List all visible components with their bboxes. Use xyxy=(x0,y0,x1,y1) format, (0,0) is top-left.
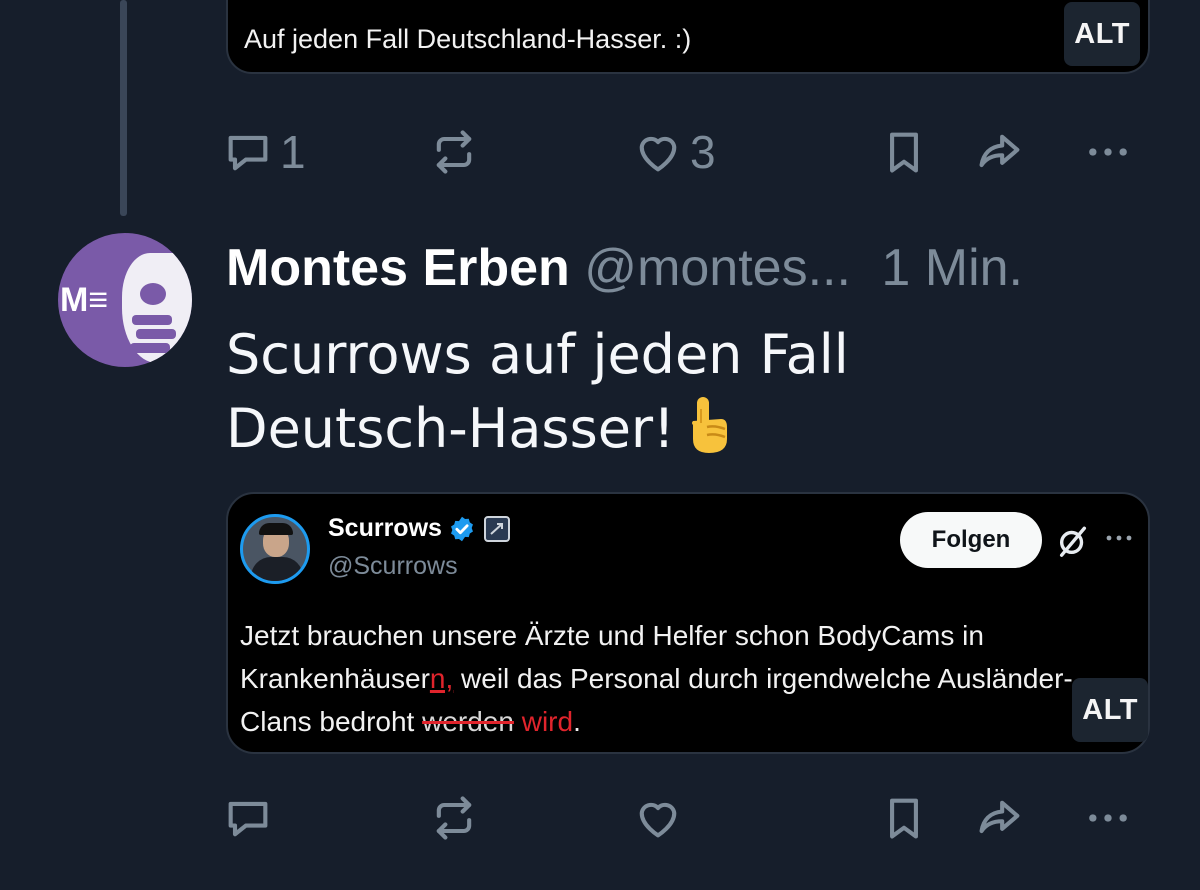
bookmark-button[interactable] xyxy=(878,122,930,182)
avatar-logo: M≡ xyxy=(60,281,109,319)
thread-line xyxy=(120,0,127,216)
share-button[interactable] xyxy=(974,788,1026,848)
embed-author-row: Scurrows xyxy=(328,514,510,543)
like-button[interactable]: 3 xyxy=(632,122,716,182)
reply-icon xyxy=(228,801,268,837)
repost-icon xyxy=(436,130,472,174)
post-text-line1: Scurrows auf jeden Fall xyxy=(226,323,849,386)
share-button[interactable] xyxy=(974,122,1026,182)
embed-text-correction: wird xyxy=(513,706,574,737)
post-header: Montes Erben @montes... 1 Min. xyxy=(226,236,1023,300)
like-button[interactable] xyxy=(632,788,684,848)
more-icon xyxy=(1089,148,1127,156)
bookmark-icon xyxy=(890,798,918,839)
embed-author-name[interactable]: Scurrows xyxy=(328,514,442,543)
heart-icon xyxy=(639,802,677,838)
share-icon xyxy=(979,800,1020,834)
action-bar xyxy=(222,788,1142,848)
reply-button[interactable] xyxy=(222,788,274,848)
more-button[interactable] xyxy=(1082,122,1134,182)
embedded-tweet-card[interactable]: Scurrows @Scurrows Folgen Jetzt brauchen… xyxy=(226,492,1150,754)
media-caption: Auf jeden Fall Deutschland-Hasser. :) xyxy=(244,24,692,54)
embed-text-struck: werden xyxy=(422,706,514,737)
share-icon xyxy=(979,134,1020,168)
reply-icon xyxy=(228,135,268,171)
more-icon xyxy=(1089,814,1127,822)
post-text: Scurrows auf jeden Fall Deutsch-Hasser! xyxy=(226,318,1126,474)
media-card[interactable]: Auf jeden Fall Deutschland-Hasser. :) AL… xyxy=(226,0,1150,74)
repost-button[interactable] xyxy=(428,788,480,848)
embed-author-handle[interactable]: @Scurrows xyxy=(328,552,458,581)
verified-badge-icon xyxy=(450,516,473,541)
post-time[interactable]: 1 Min. xyxy=(881,239,1023,297)
grok-icon[interactable] xyxy=(1056,524,1090,558)
alt-badge[interactable]: ALT xyxy=(1072,678,1148,742)
follow-button[interactable]: Folgen xyxy=(900,512,1042,568)
embed-avatar[interactable] xyxy=(240,514,310,584)
embed-tweet-text: Jetzt brauchen unsere Ärzte und Helfer s… xyxy=(240,614,1100,743)
author-handle[interactable]: @montes... xyxy=(584,239,851,297)
bookmark-button[interactable] xyxy=(878,788,930,848)
avatar-cap xyxy=(259,523,293,535)
affiliation-badge-icon xyxy=(483,515,510,542)
avatar[interactable]: M≡ xyxy=(58,233,192,367)
repost-icon xyxy=(436,796,472,840)
heart-icon xyxy=(639,136,677,172)
embed-text-end: . xyxy=(573,706,581,737)
reply-button[interactable]: 1 xyxy=(222,122,306,182)
embed-text-insert: n, xyxy=(429,663,454,694)
more-icon[interactable] xyxy=(1104,532,1134,544)
author-name[interactable]: Montes Erben xyxy=(226,239,570,297)
action-bar: 1 3 xyxy=(222,122,1142,182)
pointing-up-emoji-icon xyxy=(685,395,731,474)
like-count: 3 xyxy=(690,126,716,178)
alt-badge[interactable]: ALT xyxy=(1064,2,1140,66)
avatar-face xyxy=(122,253,192,363)
more-button[interactable] xyxy=(1082,788,1134,848)
bookmark-icon xyxy=(890,132,918,173)
post-text-line2: Deutsch-Hasser! xyxy=(226,397,675,460)
reply-count: 1 xyxy=(280,126,306,178)
repost-button[interactable] xyxy=(428,122,480,182)
avatar-shirt xyxy=(251,557,303,581)
